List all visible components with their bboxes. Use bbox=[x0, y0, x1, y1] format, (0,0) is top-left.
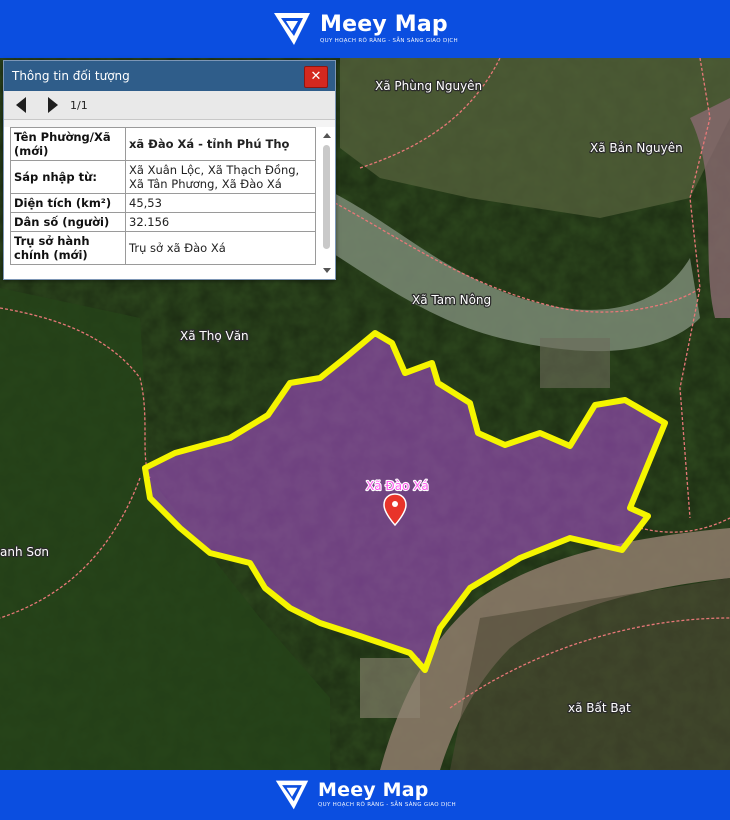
close-button[interactable]: ✕ bbox=[304, 66, 328, 88]
brand-name: Meey Map bbox=[320, 11, 448, 37]
next-arrow-icon[interactable] bbox=[48, 97, 58, 113]
label-tam-nong: Xã Tam Nông bbox=[412, 293, 491, 307]
label-thanh-son: anh Sơn bbox=[0, 545, 49, 559]
row-label: Dân số (người) bbox=[10, 212, 126, 232]
prev-arrow-icon[interactable] bbox=[16, 97, 26, 113]
label-bat-bat: xã Bất Bạt bbox=[568, 701, 631, 715]
popup-header: Thông tin đối tượng ✕ bbox=[4, 61, 335, 91]
scroll-thumb[interactable] bbox=[323, 145, 330, 249]
table-row: Tên Phường/Xã (mới) xã Đào Xá - tỉnh Phú… bbox=[10, 127, 316, 161]
row-value: 45,53 bbox=[125, 193, 316, 213]
table-row: Dân số (người) 32.156 bbox=[10, 212, 316, 232]
label-dao-xa: Xã Đào Xá bbox=[366, 479, 429, 493]
label-ban-nguyen: Xã Bản Nguyên bbox=[590, 141, 683, 155]
meey-logo-icon bbox=[274, 13, 310, 45]
popup-nav: 1/1 bbox=[4, 91, 335, 120]
scroll-down-icon[interactable] bbox=[323, 268, 331, 273]
brand-logo: Meey Map QUY HOẠCH RÕ RÀNG - SẴN SÀNG GI… bbox=[272, 9, 458, 49]
brand-tagline: QUY HOẠCH RÕ RÀNG - SẴN SÀNG GIAO DỊCH bbox=[320, 37, 458, 44]
row-label: Trụ sở hành chính (mới) bbox=[10, 231, 126, 265]
feature-info-popup[interactable]: Thông tin đối tượng ✕ 1/1 Tên Phường/Xã … bbox=[3, 60, 336, 280]
bottom-banner: Meey Map QUY HOẠCH RÕ RÀNG - SẴN SÀNG GI… bbox=[0, 770, 730, 820]
top-banner: Meey Map QUY HOẠCH RÕ RÀNG - SẴN SÀNG GI… bbox=[0, 0, 730, 58]
popup-scrollbar[interactable] bbox=[322, 133, 332, 273]
row-label: Sáp nhập từ: bbox=[10, 160, 126, 194]
table-row: Sáp nhập từ: Xã Xuân Lộc, Xã Thạch Đồng,… bbox=[10, 160, 316, 194]
meey-logo-icon bbox=[275, 780, 309, 810]
row-value: 32.156 bbox=[125, 212, 316, 232]
row-label: Diện tích (km²) bbox=[10, 193, 126, 213]
row-value: Xã Xuân Lộc, Xã Thạch Đồng, Xã Tân Phươn… bbox=[125, 160, 316, 194]
brand-logo-bottom: Meey Map QUY HOẠCH RÕ RÀNG - SẴN SÀNG GI… bbox=[274, 777, 456, 813]
table-row: Trụ sở hành chính (mới) Trụ sở xã Đào Xá bbox=[10, 231, 316, 265]
label-tho-van: Xã Thọ Văn bbox=[180, 329, 249, 343]
label-phung-nguyen: Xã Phùng Nguyên bbox=[375, 79, 482, 93]
table-row: Diện tích (km²) 45,53 bbox=[10, 193, 316, 213]
scroll-up-icon[interactable] bbox=[323, 133, 331, 138]
brand-name: Meey Map bbox=[318, 779, 429, 802]
popup-body[interactable]: Tên Phường/Xã (mới) xã Đào Xá - tỉnh Phú… bbox=[4, 127, 335, 279]
page-counter: 1/1 bbox=[70, 98, 88, 112]
info-table: Tên Phường/Xã (mới) xã Đào Xá - tỉnh Phú… bbox=[10, 127, 316, 265]
popup-title: Thông tin đối tượng bbox=[12, 69, 130, 83]
row-label: Tên Phường/Xã (mới) bbox=[10, 127, 126, 161]
row-value: Trụ sở xã Đào Xá bbox=[125, 231, 316, 265]
row-value: xã Đào Xá - tỉnh Phú Thọ bbox=[125, 127, 316, 161]
brand-tagline: QUY HOẠCH RÕ RÀNG - SẴN SÀNG GIAO DỊCH bbox=[318, 802, 456, 809]
